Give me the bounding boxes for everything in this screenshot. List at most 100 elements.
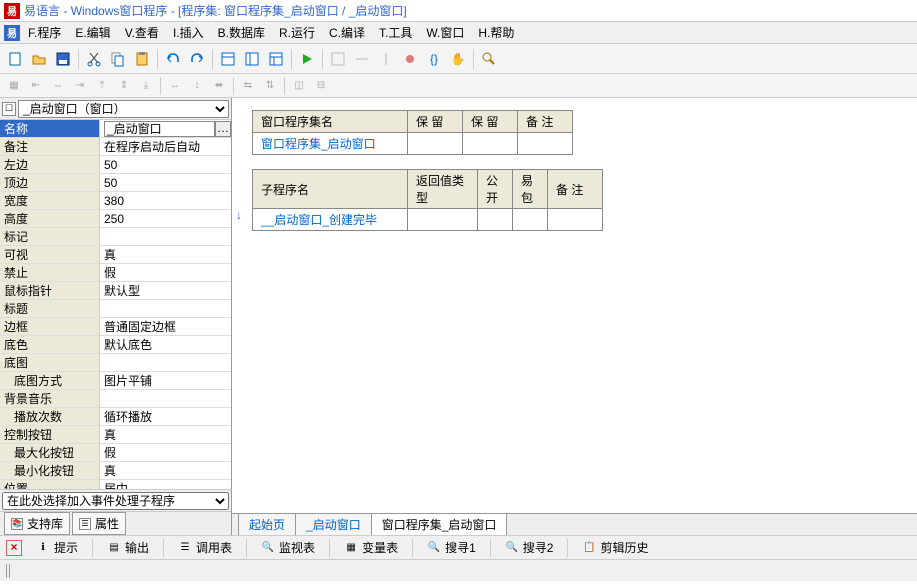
prop-value[interactable]: 真: [100, 246, 231, 263]
subroutine-table[interactable]: 子程序名 返回值类型 公开 易包 备 注 __启动窗口_创建完毕: [252, 169, 603, 231]
prop-value[interactable]: 50: [100, 174, 231, 191]
prop-row-19[interactable]: 最小化按钮真: [0, 462, 231, 480]
prop-value[interactable]: 默认底色: [100, 336, 231, 353]
prop-value[interactable]: 真: [100, 426, 231, 443]
layout1-button[interactable]: [217, 48, 239, 70]
tab-search1[interactable]: 🔍搜寻1: [423, 537, 480, 558]
tab-start-page[interactable]: 起始页: [238, 513, 296, 535]
prop-row-3[interactable]: 顶边50: [0, 174, 231, 192]
tab-callstack[interactable]: ☰调用表: [174, 537, 236, 558]
prop-value[interactable]: _启动窗口…: [100, 120, 231, 137]
prop-value[interactable]: [100, 354, 231, 371]
prop-value[interactable]: 居中: [100, 480, 231, 489]
prop-value[interactable]: 假: [100, 264, 231, 281]
assembly-name-cell[interactable]: 窗口程序集_启动窗口: [253, 133, 408, 155]
prop-value[interactable]: 图片平铺: [100, 372, 231, 389]
menu-edit[interactable]: E.编辑: [69, 22, 116, 43]
align-left-icon[interactable]: ⇤: [26, 76, 46, 96]
layout3-button[interactable]: [265, 48, 287, 70]
property-grid[interactable]: 名称_启动窗口…备注在程序启动后自动左边50顶边50宽度380高度250标记可视…: [0, 120, 231, 489]
prop-row-8[interactable]: 禁止假: [0, 264, 231, 282]
tab-vars[interactable]: ▦变量表: [340, 537, 402, 558]
prop-row-5[interactable]: 高度250: [0, 210, 231, 228]
align-right-icon[interactable]: ⇥: [70, 76, 90, 96]
menu-tools[interactable]: T.工具: [373, 22, 418, 43]
prop-value[interactable]: 在程序启动后自动: [100, 138, 231, 155]
prop-value[interactable]: 假: [100, 444, 231, 461]
prop-row-12[interactable]: 底色默认底色: [0, 336, 231, 354]
prop-row-13[interactable]: 底图: [0, 354, 231, 372]
tab-assembly[interactable]: 窗口程序集_启动窗口: [371, 513, 508, 535]
redo-button[interactable]: [186, 48, 208, 70]
prop-value[interactable]: [100, 390, 231, 407]
prop-row-14[interactable]: 底图方式图片平铺: [0, 372, 231, 390]
center-h-icon[interactable]: ◫: [289, 76, 309, 96]
prop-value[interactable]: 250: [100, 210, 231, 227]
prop-row-6[interactable]: 标记: [0, 228, 231, 246]
tab-hint[interactable]: ℹ提示: [32, 537, 82, 558]
tab-clip-history[interactable]: 📋剪辑历史: [578, 537, 652, 558]
event-selector[interactable]: 在此处选择加入事件处理子程序: [2, 492, 229, 510]
dist-v-icon[interactable]: ⇅: [260, 76, 280, 96]
prop-value[interactable]: [100, 300, 231, 317]
break-button[interactable]: [399, 48, 421, 70]
menu-insert[interactable]: I.插入: [167, 22, 210, 43]
subroutine-name-cell[interactable]: __启动窗口_创建完毕: [253, 209, 408, 231]
layout2-button[interactable]: [241, 48, 263, 70]
hand-icon[interactable]: ✋: [447, 48, 469, 70]
prop-row-11[interactable]: 边框普通固定边框: [0, 318, 231, 336]
open-button[interactable]: [28, 48, 50, 70]
prop-row-16[interactable]: 播放次数循环播放: [0, 408, 231, 426]
step-into-button[interactable]: [327, 48, 349, 70]
prop-value[interactable]: 默认型: [100, 282, 231, 299]
find-button[interactable]: [478, 48, 500, 70]
tab-watch[interactable]: 🔍监视表: [257, 537, 319, 558]
prop-value[interactable]: [100, 228, 231, 245]
close-output-button[interactable]: ×: [6, 540, 22, 556]
prop-row-7[interactable]: 可视真: [0, 246, 231, 264]
menu-help[interactable]: H.帮助: [472, 22, 520, 43]
grid-icon[interactable]: ▦: [4, 76, 24, 96]
save-button[interactable]: [52, 48, 74, 70]
prop-browse-button[interactable]: …: [215, 121, 231, 137]
prop-row-17[interactable]: 控制按钮真: [0, 426, 231, 444]
prop-row-9[interactable]: 鼠标指针默认型: [0, 282, 231, 300]
menu-compile[interactable]: C.编译: [323, 22, 371, 43]
tab-properties[interactable]: ☰属性: [72, 512, 126, 535]
menu-program[interactable]: F.程序: [22, 22, 67, 43]
same-width-icon[interactable]: ↔: [165, 76, 185, 96]
step-over-button[interactable]: [351, 48, 373, 70]
braces-button[interactable]: {}: [423, 48, 445, 70]
tab-support-lib[interactable]: 📚支持库: [4, 512, 70, 535]
tab-search2[interactable]: 🔍搜寻2: [501, 537, 558, 558]
prop-row-2[interactable]: 左边50: [0, 156, 231, 174]
cut-button[interactable]: [83, 48, 105, 70]
menu-run[interactable]: R.运行: [273, 22, 321, 43]
prop-row-1[interactable]: 备注在程序启动后自动: [0, 138, 231, 156]
prop-value[interactable]: 普通固定边框: [100, 318, 231, 335]
new-button[interactable]: [4, 48, 26, 70]
copy-button[interactable]: [107, 48, 129, 70]
prop-value[interactable]: 50: [100, 156, 231, 173]
object-selector[interactable]: _启动窗口（窗口）: [18, 100, 229, 118]
run-button[interactable]: [296, 48, 318, 70]
prop-row-0[interactable]: 名称_启动窗口…: [0, 120, 231, 138]
prop-value[interactable]: 真: [100, 462, 231, 479]
prop-row-4[interactable]: 宽度380: [0, 192, 231, 210]
prop-value[interactable]: 循环播放: [100, 408, 231, 425]
same-height-icon[interactable]: ↕: [187, 76, 207, 96]
prop-row-20[interactable]: 位置居中: [0, 480, 231, 489]
tab-output[interactable]: ▤输出: [103, 537, 153, 558]
categorize-toggle[interactable]: ☐: [2, 102, 16, 116]
align-top-icon[interactable]: ⤒: [92, 76, 112, 96]
paste-button[interactable]: [131, 48, 153, 70]
prop-row-10[interactable]: 标题: [0, 300, 231, 318]
menu-database[interactable]: B.数据库: [212, 22, 271, 43]
prop-value[interactable]: 380: [100, 192, 231, 209]
dist-h-icon[interactable]: ⇆: [238, 76, 258, 96]
step-out-button[interactable]: [375, 48, 397, 70]
menu-window[interactable]: W.窗口: [420, 22, 470, 43]
code-editor[interactable]: ↓ 窗口程序集名 保 留 保 留 备 注 窗口程序集_启动窗口 子程序名 返回值…: [232, 98, 917, 513]
tab-startup-window[interactable]: _启动窗口: [295, 513, 372, 535]
menu-view[interactable]: V.查看: [119, 22, 165, 43]
